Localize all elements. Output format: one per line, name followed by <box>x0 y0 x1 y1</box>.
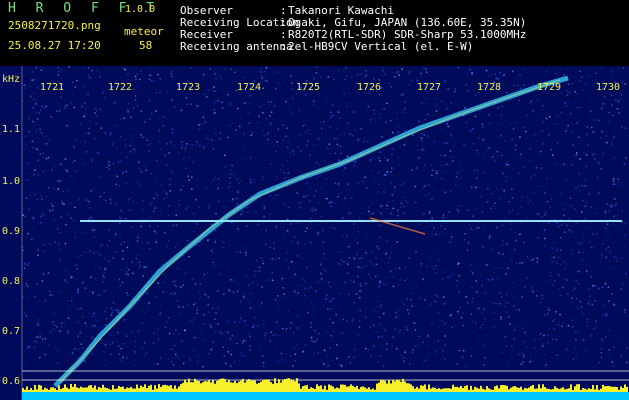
time-tick: 1729 <box>537 82 561 93</box>
time-tick: 1730 <box>596 82 620 93</box>
time-tick: 1727 <box>417 82 441 93</box>
info-value-antenna: 2el-HB9CV Vertical (el. E-W) <box>288 40 474 53</box>
freq-tick: 0.9 <box>2 226 20 237</box>
spectrogram-background <box>0 66 629 400</box>
time-tick: 1726 <box>357 82 381 93</box>
time-tick: 1724 <box>237 82 261 93</box>
freq-tick: 1.0 <box>2 176 20 187</box>
time-tick: 1725 <box>296 82 320 93</box>
app-version: 1.0.0 <box>125 4 156 15</box>
header-panel: H R O F F T 1.0.0 2508271720.png 25.08.2… <box>0 0 629 66</box>
time-tick: 1721 <box>40 82 64 93</box>
freq-tick: 0.7 <box>2 326 20 337</box>
freq-tick: 1.1 <box>2 124 20 135</box>
freq-tick: 0.6 <box>2 376 20 387</box>
file-name: 2508271720.png <box>8 19 101 32</box>
freq-tick: 0.8 <box>2 276 20 287</box>
info-sep-antenna: : <box>280 40 287 53</box>
spectrogram-canvas: kHz 1721 1722 1723 1724 1725 1726 1727 1… <box>0 66 629 400</box>
freq-axis-unit: kHz <box>2 74 20 85</box>
time-tick: 1722 <box>108 82 132 93</box>
spectrogram-plot: kHz 1721 1722 1723 1724 1725 1726 1727 1… <box>0 66 629 400</box>
time-tick: 1723 <box>176 82 200 93</box>
date-time: 25.08.27 17:20 <box>8 39 101 52</box>
time-tick: 1728 <box>477 82 501 93</box>
meteor-count-value: 58 <box>139 39 153 52</box>
info-key-antenna: Receiving antenna <box>180 40 293 53</box>
meteor-count-label: meteor <box>124 25 164 38</box>
